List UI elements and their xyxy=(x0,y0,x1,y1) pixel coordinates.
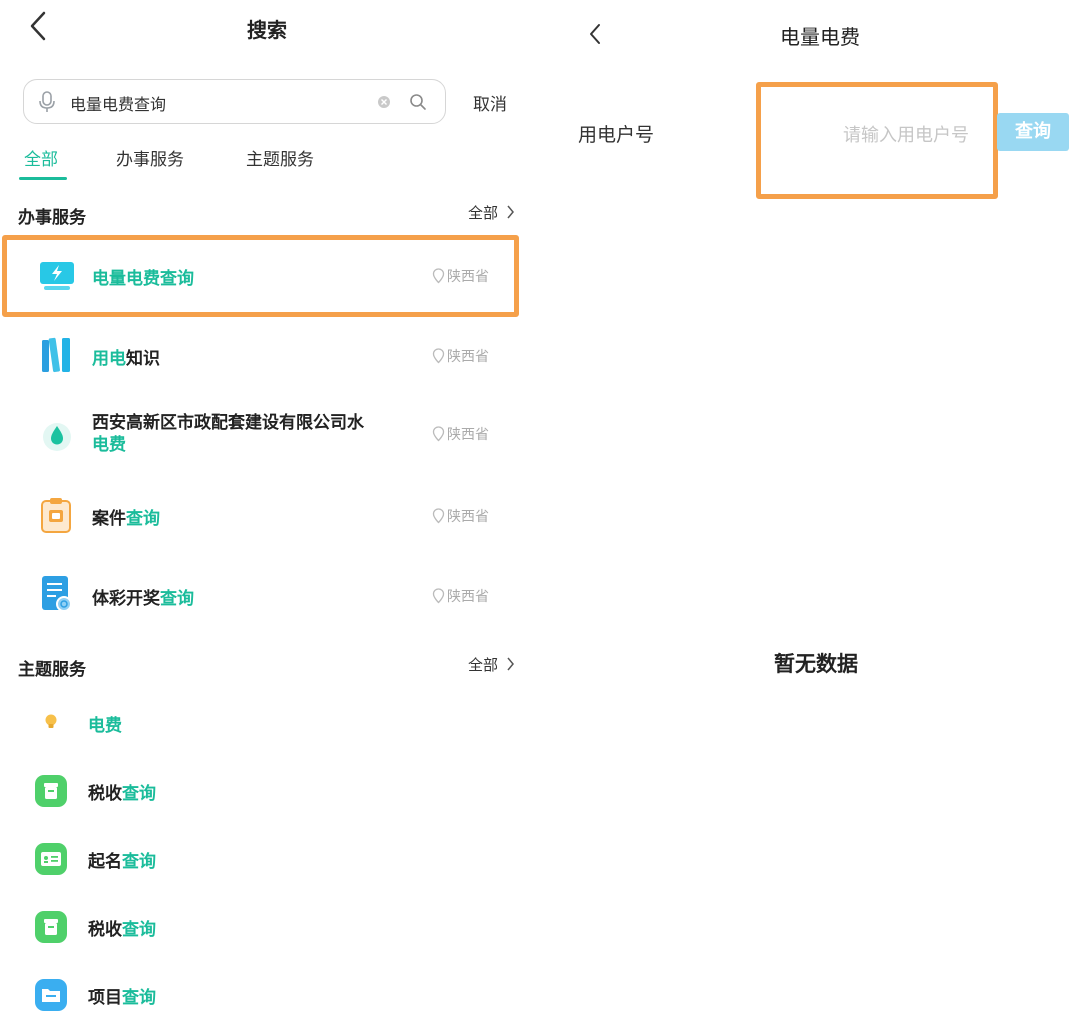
location-text: 陕西省 xyxy=(447,269,489,285)
monitor-lightning-icon xyxy=(40,262,74,290)
location-label: 陕西省 xyxy=(432,266,489,286)
topic-item[interactable]: 税收查询 xyxy=(30,768,500,812)
title-highlight: 查询 xyxy=(160,589,194,609)
location-label: 陕西省 xyxy=(432,506,489,526)
tab-active-indicator xyxy=(19,177,67,180)
page-title: 搜索 xyxy=(247,18,287,42)
account-number-label: 用电户号 xyxy=(578,124,655,146)
lightbulb-icon xyxy=(45,714,57,728)
books-icon xyxy=(42,337,70,373)
search-input[interactable]: 电量电费查询 xyxy=(70,91,166,115)
electricity-query-panel: 电量电费 用电户号 查询 暂无数据 xyxy=(540,0,1080,1014)
location-text: 陕西省 xyxy=(447,589,489,605)
title-text: 体彩开奖 xyxy=(92,589,160,609)
title-text-after: 知识 xyxy=(126,349,160,369)
topic-item-title: 税收查询 xyxy=(88,915,156,940)
search-bar[interactable]: 电量电费查询 xyxy=(23,79,446,124)
list-item[interactable]: 西安高新区市政配套建设有限公司水 电费 陕西省 xyxy=(20,398,510,474)
location-label: 陕西省 xyxy=(432,346,489,366)
topic-item[interactable]: 税收查询 xyxy=(30,904,500,948)
topic-item-title: 税收查询 xyxy=(88,779,156,804)
location-text: 陕西省 xyxy=(447,509,489,525)
tab-topics[interactable]: 主题服务 xyxy=(246,145,314,170)
title-highlight: 查询 xyxy=(126,509,160,529)
list-item-title: 西安高新区市政配套建设有限公司水 电费 xyxy=(92,412,364,456)
list-item[interactable]: 用电知识 陕西省 xyxy=(20,320,510,392)
services-section-title: 办事服务 xyxy=(18,208,86,228)
document-search-icon xyxy=(42,576,72,612)
chevron-right-icon xyxy=(507,205,514,219)
topic-item[interactable]: 电费 xyxy=(30,700,500,744)
topic-item-title: 起名查询 xyxy=(88,847,156,872)
chevron-left-icon xyxy=(590,24,600,44)
location-pin-icon xyxy=(432,426,445,442)
title-text: 项目 xyxy=(88,988,122,1008)
topic-item[interactable]: 项目查询 xyxy=(30,972,500,1016)
title-highlight: 电费 xyxy=(88,716,122,736)
topics-all-label: 全部 xyxy=(468,656,499,674)
location-pin-icon xyxy=(432,348,445,364)
services-all-label: 全部 xyxy=(468,204,499,222)
location-pin-icon xyxy=(432,588,445,604)
folder-icon xyxy=(35,979,67,1011)
tax-box-icon xyxy=(35,911,67,943)
title-highlight: 用电 xyxy=(92,349,126,369)
list-item-title: 体彩开奖查询 xyxy=(92,584,194,609)
location-pin-icon xyxy=(432,508,445,524)
title-text: 税收 xyxy=(88,920,122,940)
location-label: 陕西省 xyxy=(432,424,489,444)
title-text: 起名 xyxy=(88,852,122,872)
list-item-title: 用电知识 xyxy=(92,344,160,369)
back-button[interactable] xyxy=(28,10,52,44)
location-label: 陕西省 xyxy=(432,586,489,606)
title-text: 西安高新区市政配套建设有限公司水 xyxy=(92,413,364,433)
id-card-icon xyxy=(35,843,67,875)
title-highlight: 查询 xyxy=(122,988,156,1008)
back-button[interactable] xyxy=(588,22,608,48)
topic-item-title: 项目查询 xyxy=(88,983,156,1008)
title-highlight: 电量电费查询 xyxy=(92,269,194,289)
list-item[interactable]: 体彩开奖查询 陕西省 xyxy=(20,560,510,632)
location-pin-icon xyxy=(432,268,445,284)
list-item-title: 案件查询 xyxy=(92,504,160,529)
highlight-frame xyxy=(756,82,998,199)
list-item[interactable]: 电量电费查询 陕西省 xyxy=(20,240,510,312)
query-button[interactable]: 查询 xyxy=(997,113,1069,151)
title-highlight: 电费 xyxy=(92,435,126,455)
clipboard-icon xyxy=(41,498,71,533)
title-highlight: 查询 xyxy=(122,784,156,804)
search-panel: 搜索 电量电费查询 取消 全部 办事服务 主题服务 办事服务 全部 电量电费查询… xyxy=(0,0,540,1014)
title-highlight: 查询 xyxy=(122,920,156,940)
chevron-right-icon xyxy=(507,657,514,671)
location-text: 陕西省 xyxy=(447,427,489,443)
topics-all-link[interactable]: 全部 xyxy=(468,654,515,675)
location-text: 陕西省 xyxy=(447,349,489,365)
title-highlight: 查询 xyxy=(122,852,156,872)
list-item[interactable]: 案件查询 陕西省 xyxy=(20,480,510,552)
services-all-link[interactable]: 全部 xyxy=(468,202,515,223)
topic-item[interactable]: 起名查询 xyxy=(30,836,500,880)
list-item-title: 电量电费查询 xyxy=(92,264,194,289)
clear-icon[interactable] xyxy=(377,95,391,109)
tab-all[interactable]: 全部 xyxy=(24,145,58,170)
water-drop-icon xyxy=(43,423,71,451)
empty-state-text: 暂无数据 xyxy=(774,652,858,676)
tab-services[interactable]: 办事服务 xyxy=(116,145,184,170)
title-text: 税收 xyxy=(88,784,122,804)
chevron-left-icon xyxy=(30,11,46,41)
cancel-button[interactable]: 取消 xyxy=(473,90,507,115)
tax-box-icon xyxy=(35,775,67,807)
topic-item-title: 电费 xyxy=(88,711,122,736)
topics-section-title: 主题服务 xyxy=(18,660,86,680)
microphone-icon[interactable] xyxy=(38,91,56,113)
title-text: 案件 xyxy=(92,509,126,529)
search-icon[interactable] xyxy=(409,93,427,111)
page-title: 电量电费 xyxy=(780,25,860,49)
